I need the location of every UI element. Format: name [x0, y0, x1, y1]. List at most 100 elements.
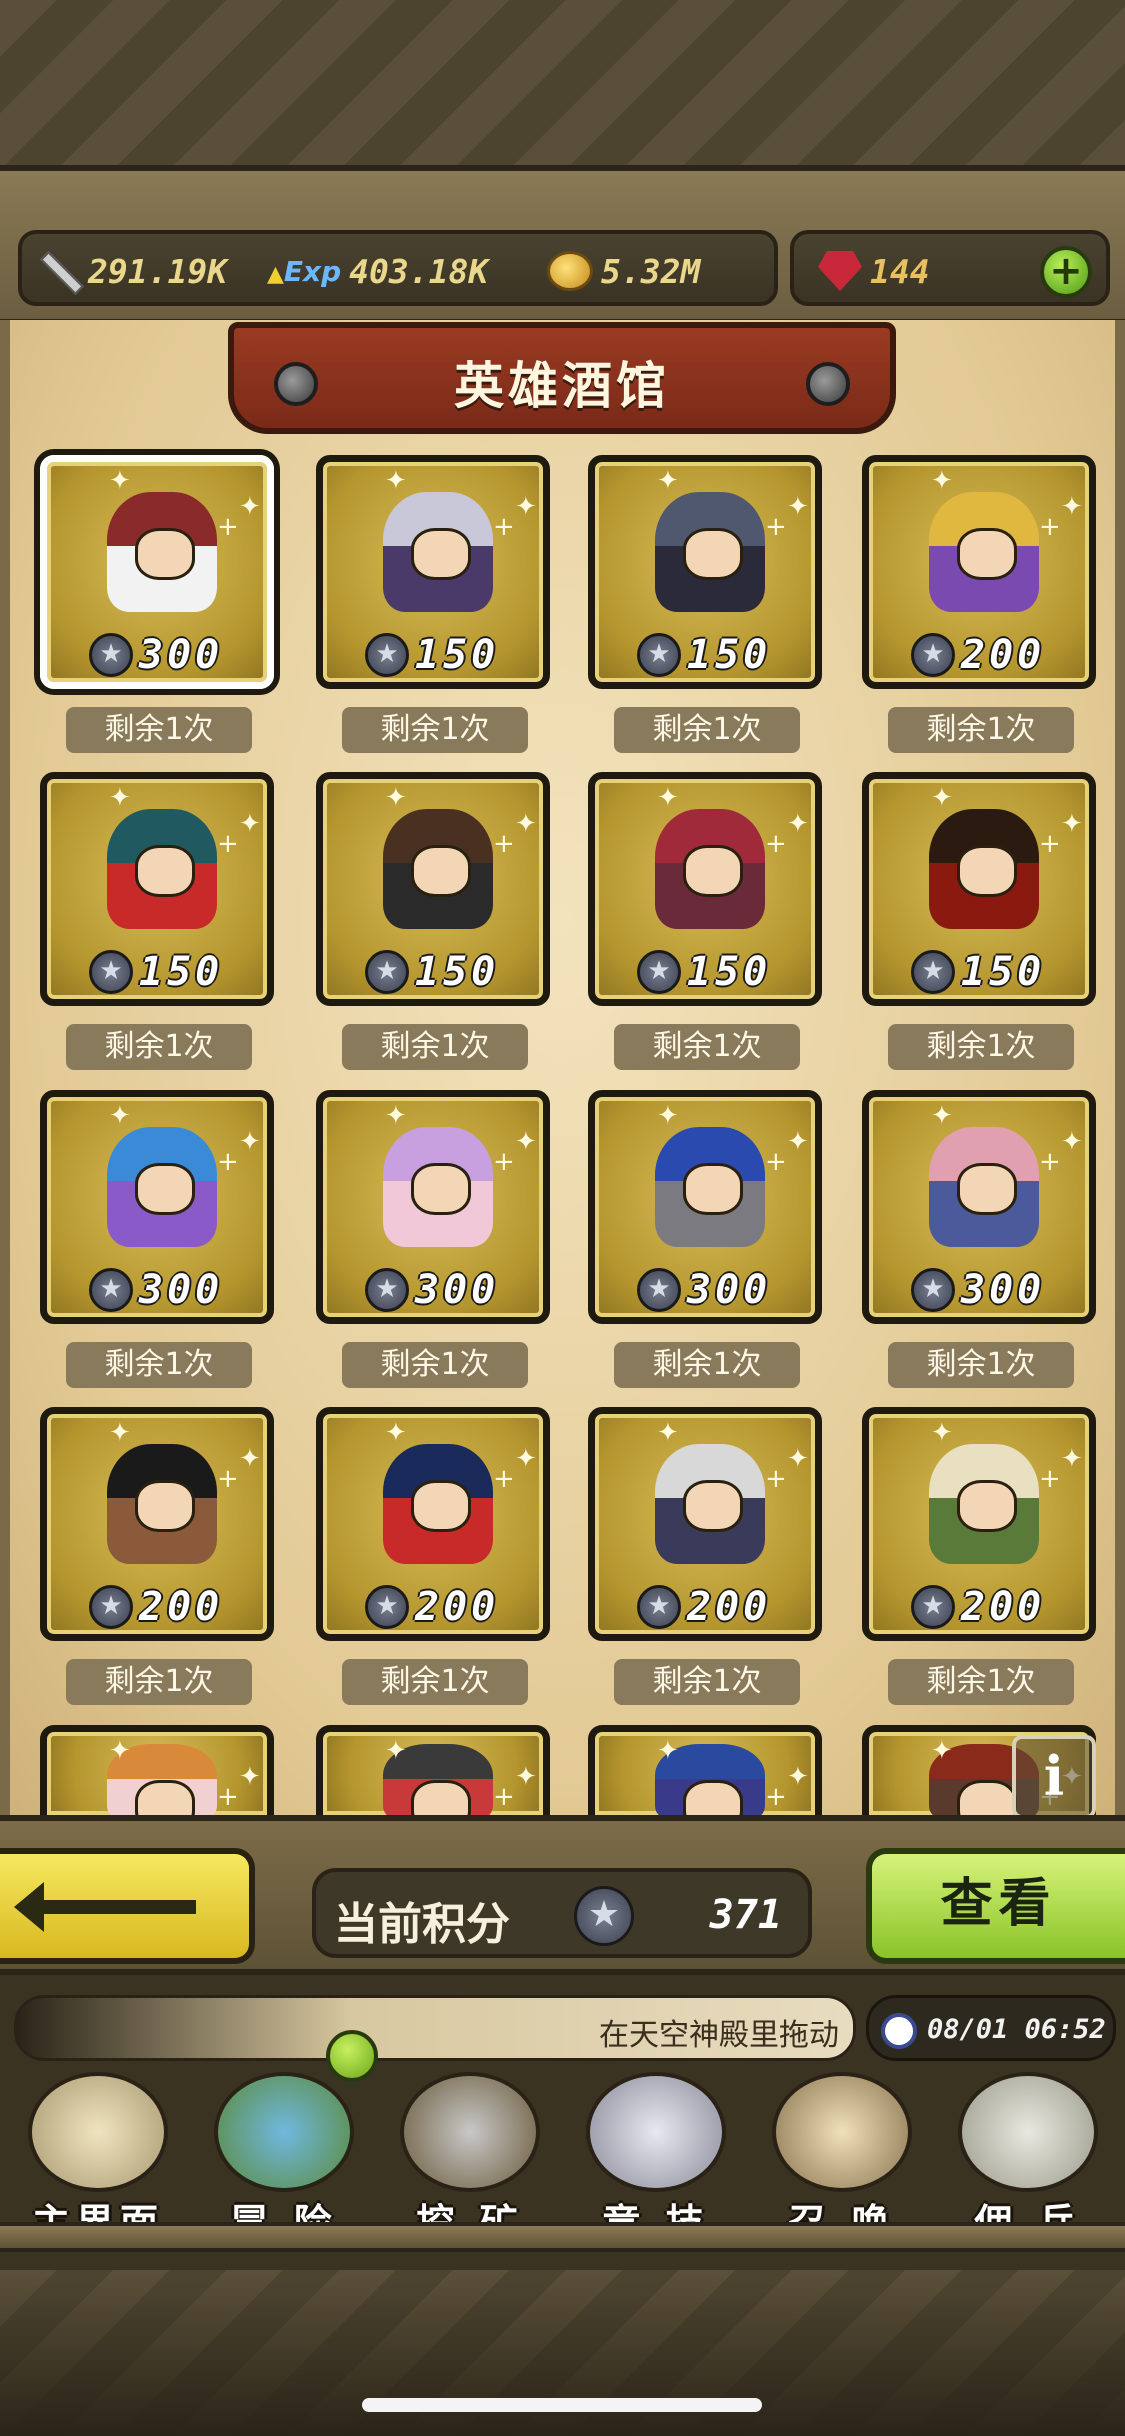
- hero-portrait: [107, 492, 217, 612]
- back-button[interactable]: [0, 1848, 255, 1964]
- hero-card[interactable]: ✦ ✦ + ★ 300: [316, 1090, 550, 1324]
- star-token-icon: ★: [637, 633, 681, 677]
- gold-value: 5.32M: [601, 251, 701, 291]
- view-button[interactable]: 查看: [866, 1848, 1125, 1964]
- sparkle-icon: ✦: [515, 1444, 537, 1474]
- hero-cost-value: 150: [139, 949, 224, 995]
- sparkle-icon: +: [765, 829, 787, 859]
- summon-scroll-icon: [772, 2072, 912, 2192]
- hero-portrait: [383, 492, 493, 612]
- remaining-count-badge: 剩余1次: [888, 1024, 1074, 1070]
- sparkle-icon: ✦: [657, 1101, 679, 1131]
- gem-panel: 144 +: [790, 230, 1110, 306]
- sparkle-icon: +: [765, 1782, 787, 1812]
- crossed-swords-icon: [586, 2072, 726, 2192]
- sparkle-icon: ✦: [787, 1762, 809, 1792]
- hero-cost: ★ 300: [365, 1267, 499, 1313]
- remaining-count-badge: 剩余1次: [614, 707, 800, 753]
- sparkle-icon: ✦: [787, 492, 809, 522]
- sparkle-icon: ✦: [239, 492, 261, 522]
- exp-icon: ▲Exp: [267, 254, 342, 288]
- remaining-count-badge: 剩余1次: [342, 707, 528, 753]
- remaining-count-badge: 剩余1次: [342, 1342, 528, 1388]
- hero-card[interactable]: ✦ ✦ + ★ 200: [862, 1407, 1096, 1641]
- scroll-map-icon: [28, 2072, 168, 2192]
- hero-card[interactable]: ✦ ✦ + ★ 300: [588, 1090, 822, 1324]
- remaining-count-badge: 剩余1次: [614, 1024, 800, 1070]
- hero-card[interactable]: ✦ ✦ + ★ 150: [316, 772, 550, 1006]
- info-button[interactable]: i: [1012, 1735, 1096, 1819]
- sparkle-icon: +: [217, 1782, 239, 1812]
- hero-card[interactable]: ✦ ✦ + ★ 200: [40, 1407, 274, 1641]
- remaining-count-badge: 剩余1次: [888, 1342, 1074, 1388]
- hero-card[interactable]: ✦ ✦ + ★ 150: [588, 772, 822, 1006]
- sparkle-icon: +: [217, 512, 239, 542]
- hero-card[interactable]: ✦✦+: [588, 1725, 822, 1832]
- hero-portrait: [383, 809, 493, 929]
- hero-portrait: [107, 809, 217, 929]
- hero-portrait: [107, 1127, 217, 1247]
- sparkle-icon: ✦: [385, 783, 407, 813]
- hero-card[interactable]: ✦ ✦ + ★ 150: [588, 455, 822, 689]
- points-value: 371: [709, 1892, 782, 1938]
- sparkle-icon: ✦: [1061, 492, 1083, 522]
- hero-cost-value: 300: [687, 1267, 772, 1313]
- hero-card[interactable]: ✦ ✦ + ★ 300: [40, 1090, 274, 1324]
- sparkle-icon: +: [765, 1464, 787, 1494]
- sparkle-icon: +: [1039, 512, 1061, 542]
- star-token-icon: ★: [637, 1268, 681, 1312]
- hero-cost-value: 150: [415, 949, 500, 995]
- exp-stat: ▲Exp 403.18K: [267, 248, 488, 294]
- star-token-icon: ★: [89, 950, 133, 994]
- remaining-count-badge: 剩余1次: [888, 1659, 1074, 1705]
- exp-value: 403.18K: [349, 251, 489, 291]
- ticker-message: 在天空神殿里拖动: [599, 2018, 839, 2053]
- sparkle-icon: ✦: [515, 809, 537, 839]
- hero-card[interactable]: ✦ ✦ + ★ 200: [862, 455, 1096, 689]
- news-ticker: 在天空神殿里拖动: [14, 1995, 856, 2061]
- sparkle-icon: ✦: [931, 1101, 953, 1131]
- add-gems-button[interactable]: +: [1040, 246, 1092, 298]
- star-token-icon: ★: [89, 1268, 133, 1312]
- hero-card[interactable]: ✦ ✦ + ★ 150: [316, 455, 550, 689]
- hero-cost: ★ 150: [89, 949, 223, 995]
- hero-cost: ★ 200: [911, 632, 1045, 678]
- hero-card[interactable]: ✦ ✦ + ★ 200: [588, 1407, 822, 1641]
- hero-cost-value: 150: [687, 632, 772, 678]
- hero-cost: ★ 200: [911, 1584, 1045, 1630]
- sparkle-icon: ✦: [1061, 809, 1083, 839]
- sparkle-icon: ✦: [385, 1101, 407, 1131]
- sparkle-icon: ✦: [239, 809, 261, 839]
- home-indicator[interactable]: [362, 2398, 762, 2412]
- hero-cost: ★ 300: [637, 1267, 771, 1313]
- sparkle-icon: ✦: [931, 783, 953, 813]
- sparkle-icon: ✦: [515, 1762, 537, 1792]
- points-label: 当前积分: [334, 1899, 510, 1950]
- hero-card[interactable]: ✦ ✦ + ★ 150: [862, 772, 1096, 1006]
- hero-portrait: [655, 1127, 765, 1247]
- hero-portrait: [929, 1127, 1039, 1247]
- gold-stat: 5.32M: [547, 248, 700, 294]
- gold-coin-icon: [547, 251, 593, 291]
- remaining-count-badge: 剩余1次: [614, 1659, 800, 1705]
- hero-card[interactable]: ✦✦+: [316, 1725, 550, 1832]
- hero-cost: ★ 150: [365, 949, 499, 995]
- sparkle-icon: ✦: [657, 783, 679, 813]
- hero-cost: ★ 200: [365, 1584, 499, 1630]
- hero-card[interactable]: ✦ ✦ + ★ 300: [862, 1090, 1096, 1324]
- sparkle-icon: +: [493, 829, 515, 859]
- clock-icon: [881, 2013, 917, 2049]
- hero-card[interactable]: ✦✦+: [40, 1725, 274, 1832]
- page-title: 英雄酒馆: [454, 357, 670, 415]
- hero-cost-value: 200: [415, 1584, 500, 1630]
- hero-card[interactable]: ✦ ✦ + ★ 300: [40, 455, 274, 689]
- notification-dot: [326, 2030, 378, 2082]
- hero-card[interactable]: ✦ ✦ + ★ 150: [40, 772, 274, 1006]
- sparkle-icon: ✦: [239, 1444, 261, 1474]
- sparkle-icon: ✦: [109, 1101, 131, 1131]
- sparkle-icon: +: [765, 512, 787, 542]
- sparkle-icon: ✦: [931, 1736, 953, 1766]
- hero-cost-value: 150: [961, 949, 1046, 995]
- hero-cost-value: 200: [961, 632, 1046, 678]
- hero-card[interactable]: ✦ ✦ + ★ 200: [316, 1407, 550, 1641]
